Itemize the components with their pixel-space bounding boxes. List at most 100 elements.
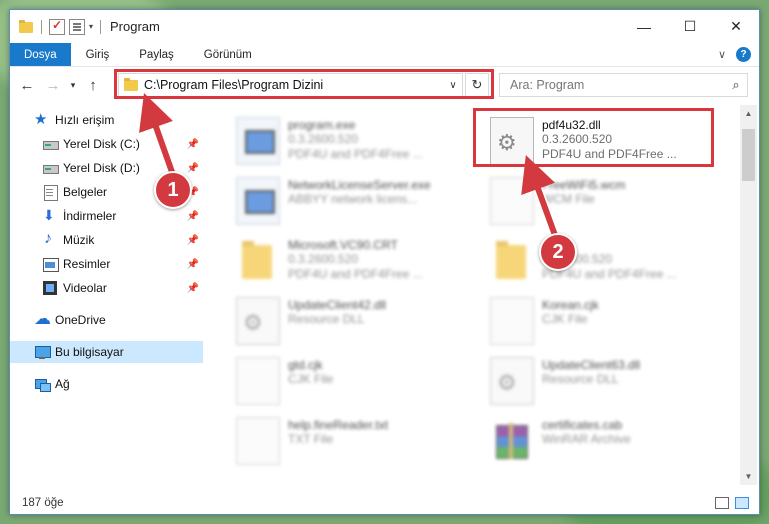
tab-share[interactable]: Paylaş (124, 43, 189, 66)
file-name: help.fineReader.txt (288, 418, 389, 432)
scroll-thumb[interactable] (742, 129, 755, 181)
item-count: 187 öğe (22, 497, 64, 509)
pin-icon: 📌 (186, 234, 199, 246)
tab-home[interactable]: Giriş (71, 43, 125, 66)
minimize-button[interactable]: — (621, 10, 667, 43)
file-type: WinRAR Archive (542, 432, 631, 446)
computer-icon (34, 344, 51, 360)
details-view-icon[interactable] (715, 497, 729, 509)
maximize-button[interactable]: ☐ (667, 10, 713, 43)
status-bar: 187 öğe (10, 492, 759, 514)
pictures-icon (42, 256, 59, 272)
sidebar-item-label: Yerel Disk (D:) (63, 161, 140, 175)
folder-icon (490, 237, 534, 285)
network-icon (34, 376, 51, 392)
sidebar-item-this-pc[interactable]: Bu bilgisayar (10, 341, 203, 363)
file-name: UpdateClient42.dll (288, 298, 387, 312)
tab-file[interactable]: Dosya (10, 43, 71, 66)
pin-icon: 📌 (186, 258, 199, 270)
sidebar-item-quick-access[interactable]: Hızlı erişim (10, 109, 203, 131)
sidebar-item-label: Belgeler (63, 185, 108, 199)
sidebar-item-label: OneDrive (55, 313, 106, 327)
file-tile[interactable]: Microsoft.VC90.CRT 0.3.2600.520 PDF4U an… (214, 233, 454, 289)
file-tile[interactable]: help.fineReader.txt TXT File (214, 413, 454, 469)
file-version: 0.3.2600.520 (288, 252, 359, 266)
sidebar-item-label: İndirmeler (63, 209, 117, 223)
close-button[interactable]: ✕ (713, 10, 759, 43)
navigation-pane: Hızlı erişim Yerel Disk (C:) 📌 Yerel Dis… (10, 105, 205, 485)
dll-gear-icon (490, 357, 534, 405)
file-tile[interactable]: FreeWiFi5.wcm WCM File (464, 173, 704, 229)
file-tile[interactable]: Korean.cjk CJK File (464, 293, 704, 349)
file-description: PDF4U and PDF4Free ... (288, 267, 423, 281)
disk-icon (42, 160, 59, 176)
file-tile[interactable]: program.exe 0.3.2600.520 PDF4U and PDF4F… (214, 113, 454, 169)
help-icon[interactable]: ? (736, 47, 751, 62)
properties-check-icon[interactable] (49, 18, 65, 35)
sidebar-item-network[interactable]: Ağ (10, 373, 203, 395)
dll-gear-icon (236, 297, 280, 345)
executable-icon (236, 117, 280, 165)
file-tile[interactable]: certificates.cab WinRAR Archive (464, 413, 704, 469)
annotation-badge-1: 1 (154, 171, 192, 209)
ribbon-tabs: Dosya Giriş Paylaş Görünüm ∨ ? (10, 43, 759, 67)
sidebar-item-local-disk-c[interactable]: Yerel Disk (C:) 📌 (10, 133, 203, 155)
star-icon (34, 110, 50, 128)
divider (100, 19, 102, 34)
file-icon (490, 297, 534, 345)
pin-icon: 📌 (186, 282, 199, 294)
search-input[interactable] (500, 78, 725, 92)
forward-button[interactable]: → (40, 77, 66, 94)
file-name: Microsoft.VC90.CRT (288, 238, 398, 252)
file-icon (490, 177, 534, 225)
file-name: Korean.cjk (542, 298, 599, 312)
sidebar-item-onedrive[interactable]: OneDrive (10, 309, 203, 331)
sidebar-item-label: Müzik (63, 233, 95, 247)
quick-access-toolbar: ▾ (10, 18, 104, 35)
vertical-scrollbar[interactable]: ▲ ▼ (740, 105, 757, 485)
folder-icon (18, 19, 34, 35)
customize-toolbar-chevron-icon[interactable]: ▾ (89, 22, 93, 31)
file-description: PDF4U and PDF4Free ... (288, 147, 423, 161)
file-type: WCM File (542, 192, 595, 206)
sidebar-item-label: Yerel Disk (C:) (63, 137, 140, 151)
divider (41, 19, 42, 34)
tab-view[interactable]: Görünüm (189, 43, 267, 66)
sidebar-item-videos[interactable]: Videolar 📌 (10, 277, 203, 299)
file-name: NetworkLicenseServer.exe (288, 178, 431, 192)
file-icon (236, 357, 280, 405)
search-box[interactable]: ⌕ (499, 73, 748, 97)
tiles-view-icon[interactable] (735, 497, 749, 509)
sidebar-item-music[interactable]: Müzik 📌 (10, 229, 203, 251)
music-icon (42, 230, 58, 248)
documents-icon (42, 184, 58, 201)
pin-icon: 📌 (186, 162, 199, 174)
file-type: TXT File (288, 432, 334, 446)
new-folder-icon[interactable] (69, 18, 85, 35)
file-type: Resource DLL (288, 312, 365, 326)
up-button[interactable]: ↑ (80, 77, 106, 94)
sidebar-item-label: Hızlı erişim (55, 113, 115, 127)
file-tile[interactable]: x64 0.3.2600.520 PDF4U and PDF4Free ... (464, 233, 704, 289)
title-bar: ▾ Program — ☐ ✕ (10, 10, 759, 43)
scroll-up-arrow-icon[interactable]: ▲ (740, 105, 757, 122)
file-tile[interactable]: NetworkLicenseServer.exe ABBYY network l… (214, 173, 454, 229)
recent-locations-chevron-icon[interactable]: ▾ (66, 80, 80, 91)
scroll-down-arrow-icon[interactable]: ▼ (740, 468, 757, 485)
annotation-badge-2: 2 (539, 233, 577, 271)
search-icon[interactable]: ⌕ (725, 77, 747, 93)
archive-icon (490, 417, 534, 465)
file-type: Resource DLL (542, 372, 619, 386)
sidebar-item-label: Ağ (55, 377, 70, 391)
file-name: certificates.cab (542, 418, 623, 432)
target-file-highlight (473, 108, 714, 167)
expand-ribbon-chevron-icon[interactable]: ∨ (718, 48, 726, 61)
back-button[interactable]: ← (14, 77, 40, 94)
file-tile[interactable]: UpdateClient42.dll Resource DLL (214, 293, 454, 349)
sidebar-item-pictures[interactable]: Resimler 📌 (10, 253, 203, 275)
file-tile[interactable]: gtd.cjk CJK File (214, 353, 454, 409)
file-tile[interactable]: UpdateClient63.dll Resource DLL (464, 353, 704, 409)
sidebar-item-label: Videolar (63, 281, 107, 295)
videos-icon (42, 280, 58, 296)
view-switcher (715, 497, 759, 509)
